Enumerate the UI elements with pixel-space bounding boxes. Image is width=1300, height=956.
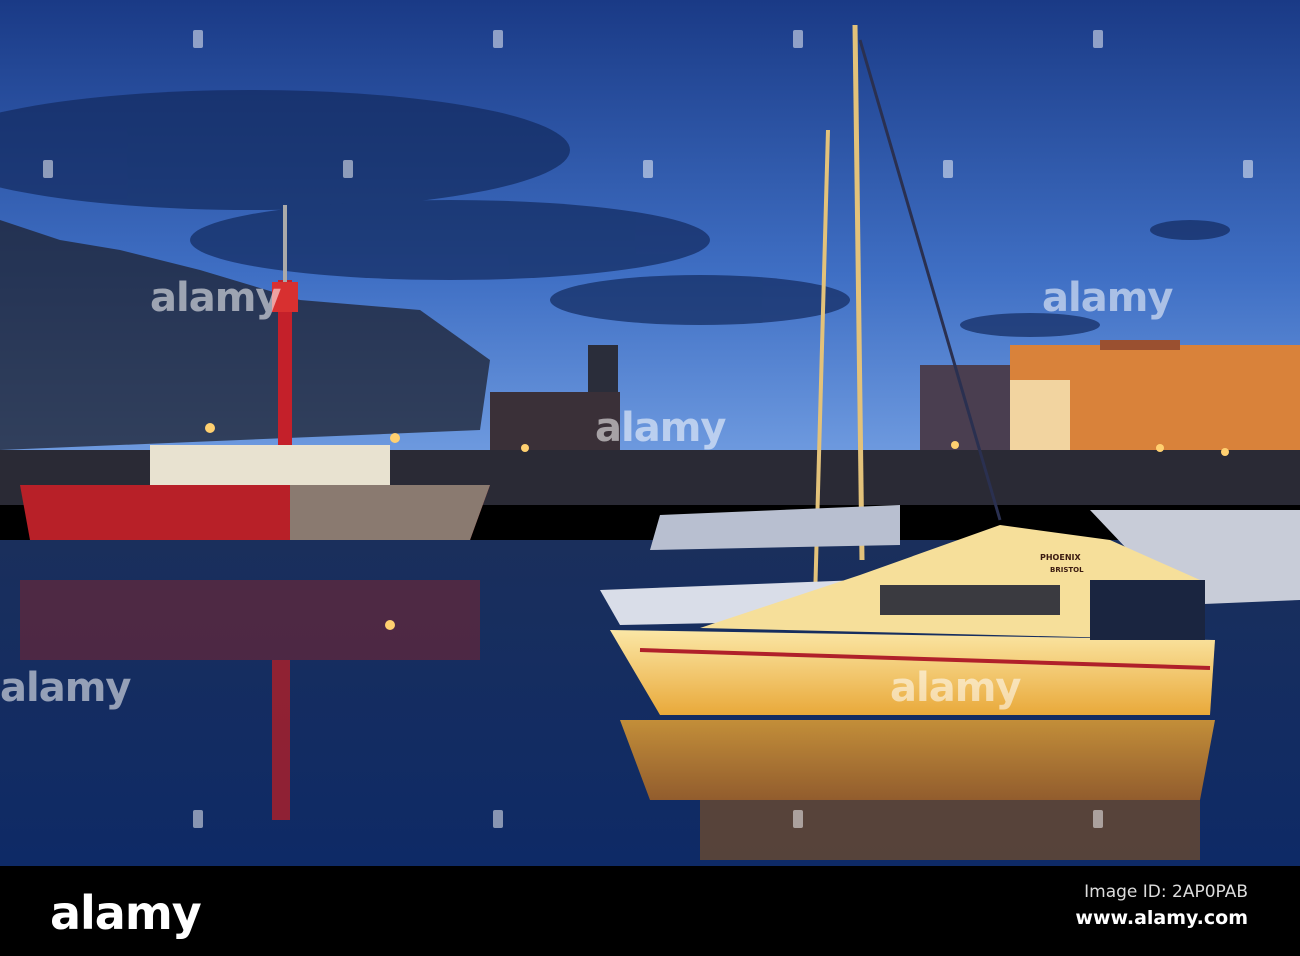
- boat-name: PHOENIX: [1040, 553, 1081, 562]
- watermark-mark: [943, 160, 953, 178]
- watermark: alamy: [150, 275, 281, 321]
- watermark-mark: [793, 30, 803, 48]
- watermark-mark: [1093, 30, 1103, 48]
- watermark-mark: [193, 810, 203, 828]
- watermark-mark: [493, 30, 503, 48]
- watermark-mark: [1093, 810, 1103, 828]
- watermark-mark: [193, 30, 203, 48]
- image-id: Image ID: 2AP0PAB: [1084, 882, 1248, 902]
- watermark: alamy: [0, 665, 131, 711]
- watermark: alamy: [595, 405, 726, 451]
- watermark-mark: [793, 810, 803, 828]
- watermark: alamy: [1042, 275, 1173, 321]
- watermark-mark: [643, 160, 653, 178]
- watermark: alamy: [890, 665, 1021, 711]
- boat-home-port: BRISTOL: [1050, 566, 1084, 574]
- site-url[interactable]: www.alamy.com: [1075, 907, 1248, 929]
- watermark-mark: [1243, 160, 1253, 178]
- stock-footer-bar: alamy Image ID: 2AP0PAB www.alamy.com: [0, 866, 1300, 956]
- watermark-mark: [493, 810, 503, 828]
- watermark-mark: [43, 160, 53, 178]
- watermark-mark: [343, 160, 353, 178]
- alamy-logo: alamy: [50, 886, 202, 940]
